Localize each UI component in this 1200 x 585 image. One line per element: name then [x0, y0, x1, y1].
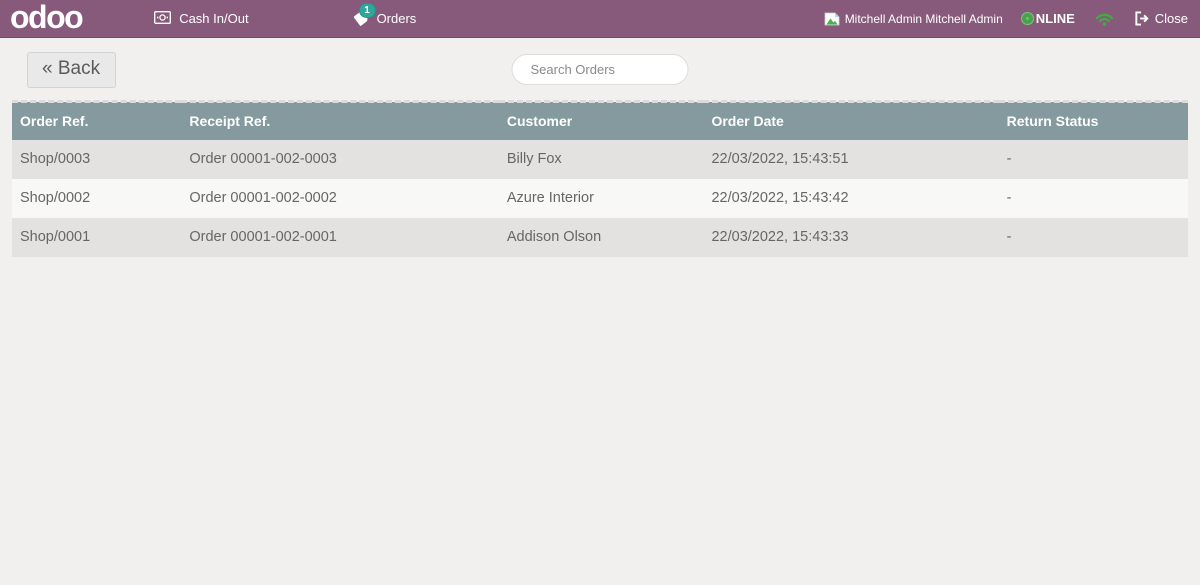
user-menu[interactable]: Mitchell Admin Mitchell Admin [824, 12, 1003, 26]
order-row[interactable]: Shop/0002 Order 00001-002-0002 Azure Int… [12, 179, 1188, 218]
sign-out-icon [1134, 11, 1149, 26]
status-label: NLINE [1035, 11, 1075, 26]
return-status-cell: - [1006, 190, 1012, 206]
broken-image-icon [824, 12, 840, 26]
return-status-cell: - [1006, 229, 1012, 245]
orders-toolbar: « Back [0, 38, 1200, 100]
navbar-right-group: Mitchell Admin Mitchell Admin NLINE Clos… [824, 10, 1188, 27]
username-label: Mitchell Admin Mitchell Admin [844, 11, 1003, 26]
order-ref-cell: Shop/0002 [20, 190, 91, 206]
receipt-ref-cell: Order 00001-002-0001 [189, 229, 337, 245]
orders-button[interactable]: 1 Orders [352, 3, 417, 27]
close-session-button[interactable]: Close [1134, 11, 1188, 26]
customer-cell: Billy Fox [506, 151, 562, 167]
cash-in-out-label: Cash In/Out [179, 11, 249, 26]
customer-cell: Azure Interior [506, 190, 594, 206]
orders-badge: 1 [358, 3, 376, 18]
order-date-cell: 22/03/2022, 15:43:51 [711, 151, 849, 167]
order-row[interactable]: Shop/0001 Order 00001-002-0001 Addison O… [12, 218, 1188, 257]
ticket-tag-icon: 1 [352, 3, 376, 27]
order-date-cell: 22/03/2022, 15:43:42 [711, 190, 849, 206]
orders-table: Order Ref. Receipt Ref. Customer Order Date… [12, 100, 1188, 257]
order-ref-cell: Shop/0003 [20, 151, 91, 167]
column-header: Return Status [998, 100, 1188, 140]
order-row[interactable]: Shop/0003 Order 00001-002-0003 Billy Fox… [12, 140, 1188, 179]
odoo-logo[interactable]: odoo [10, 1, 84, 36]
receipt-ref-cell: Order 00001-002-0002 [189, 190, 337, 206]
return-status-cell: - [1006, 151, 1012, 167]
customer-cell: Addison Olson [506, 229, 602, 245]
column-header: Order Date [703, 100, 999, 140]
column-header: Receipt Ref. [181, 100, 499, 140]
column-header: Customer [498, 100, 704, 140]
close-label: Close [1154, 11, 1188, 26]
banknote-icon [154, 10, 172, 27]
orders-table-header: Order Ref. Receipt Ref. Customer Order Date… [12, 100, 1188, 140]
back-button[interactable]: « Back [27, 52, 117, 88]
online-dot-icon [1021, 13, 1033, 24]
order-date-cell: 22/03/2022, 15:43:33 [711, 229, 849, 245]
order-ref-cell: Shop/0001 [20, 229, 91, 245]
receipt-ref-cell: Order 00001-002-0003 [189, 151, 337, 167]
column-header: Order Ref. [12, 100, 182, 140]
connection-status[interactable]: NLINE [1021, 11, 1075, 26]
search-orders-input[interactable] [511, 54, 689, 85]
top-navbar: odoo Cash In/Out 1 Orders Mitchell Admin… [0, 0, 1200, 38]
wifi-icon[interactable] [1094, 10, 1115, 27]
orders-label: Orders [376, 11, 417, 26]
cash-in-out-button[interactable]: Cash In/Out [154, 10, 249, 27]
